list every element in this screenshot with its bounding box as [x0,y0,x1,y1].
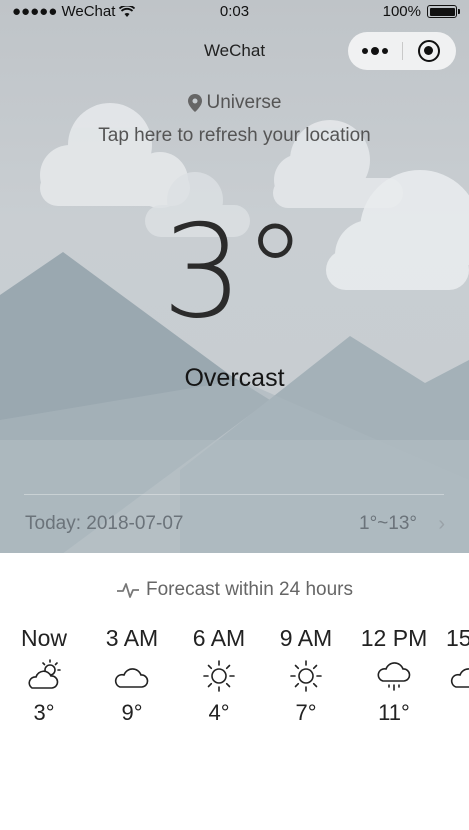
cloud-icon [450,668,469,688]
chevron-right-icon: › [438,513,445,535]
today-date: Today: 2018-07-07 [25,513,184,534]
hour-item: 9 AM 7° [261,622,351,726]
location-row[interactable]: Universe [0,92,469,114]
hour-temperature: 11° [378,700,410,725]
today-summary-row[interactable]: Today: 2018-07-07 1°~13° › [25,513,445,537]
hour-time: 3 AM [105,625,159,651]
dot-icon [362,48,368,54]
hour-item: 3 AM 9° [87,622,177,726]
cloudy-sun-icon [28,659,61,689]
hour-item: 15 [436,622,469,700]
status-bar: ●●●●● WeChat 0:03 100% [0,0,469,24]
hour-temperature: 3° [33,700,55,725]
close-mini-program-button[interactable] [418,40,440,62]
current-temperature: 3° [161,198,308,347]
weather-condition: Overcast [184,364,285,392]
rain-cloud-icon [377,662,411,691]
hour-item: 6 AM 4° [174,622,264,726]
forecast-title: Forecast within 24 hours [146,579,353,600]
battery-percent: 100% [382,3,421,20]
divider [24,494,444,495]
pulse-icon [117,583,139,598]
weather-hero: ●●●●● WeChat 0:03 100% WeChat Universe T… [0,0,469,553]
battery-icon [427,5,460,18]
hour-item: Now 3° [0,622,89,726]
forecast-header: Forecast within 24 hours [0,579,469,601]
hour-time: 9 AM [279,625,333,651]
today-temperature-range: 1°~13° [359,513,417,534]
dot-icon [371,47,379,55]
hour-time: 15 [446,625,469,651]
hour-temperature: 7° [295,700,317,725]
location-name: Universe [206,92,282,113]
hour-item: 12 PM 11° [349,622,439,726]
hour-time: Now [20,625,67,651]
dot-icon [382,48,388,54]
hour-time: 12 PM [360,625,428,651]
more-menu-button[interactable] [348,32,402,70]
capsule-divider [402,42,403,60]
sun-icon [203,660,235,692]
refresh-location-link[interactable]: Tap here to refresh your location [0,125,469,147]
cloud-icon [114,668,149,688]
hourly-forecast-list[interactable]: Now 3° 3 AM 9° 6 AM 4° 9 AM 7° 12 PM 11°… [0,622,469,752]
hour-temperature: 9° [121,700,143,725]
mini-program-capsule [348,32,456,70]
hour-time: 6 AM [192,625,246,651]
location-pin-icon [187,94,202,112]
sun-icon [290,660,322,692]
hour-temperature: 4° [208,700,230,725]
